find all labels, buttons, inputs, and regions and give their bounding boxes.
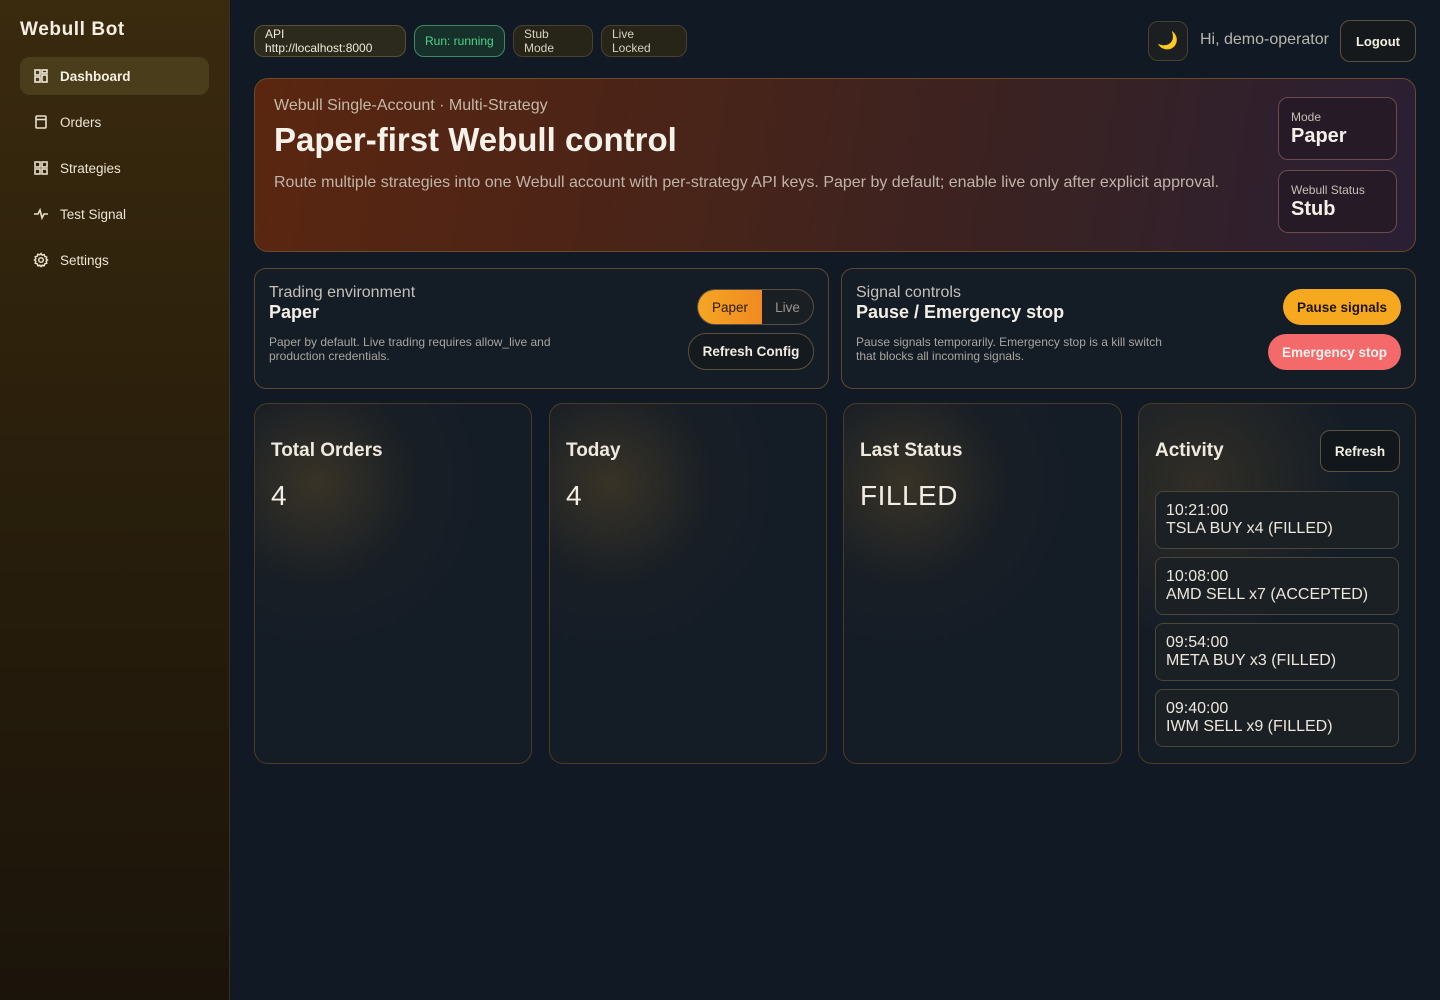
activity-list: 10:21:00 TSLA BUY x4 (FILLED) 10:08:00 A… bbox=[1155, 491, 1399, 755]
hero-description: Route multiple strategies into one Webul… bbox=[274, 174, 1220, 191]
today-card: Today 4 bbox=[549, 403, 827, 764]
sidebar-nav: Dashboard Orders Strategies Test Signal … bbox=[20, 57, 209, 287]
signals-note: Pause signals temporarily. Emergency sto… bbox=[856, 335, 1162, 363]
toggle-live[interactable]: Live bbox=[762, 290, 813, 324]
sidebar-item-strategies[interactable]: Strategies bbox=[20, 149, 209, 187]
activity-time: 10:08:00 bbox=[1166, 568, 1229, 585]
webull-status-label: Webull Status bbox=[1291, 183, 1365, 197]
page-title: Paper-first Webull control bbox=[274, 121, 677, 158]
total-orders-card: Total Orders 4 bbox=[254, 403, 532, 764]
last-status-card: Last Status FILLED bbox=[843, 403, 1122, 764]
api-endpoint-chip: API http://localhost:8000 bbox=[254, 25, 406, 57]
signals-title: Pause / Emergency stop bbox=[856, 302, 1065, 322]
hero-eyebrow: Webull Single-Account · Multi-Strategy bbox=[274, 97, 548, 114]
today-title: Today bbox=[566, 440, 621, 461]
emergency-stop-button[interactable]: Emergency stop bbox=[1268, 334, 1401, 370]
sidebar-item-dashboard[interactable]: Dashboard bbox=[20, 57, 209, 95]
signal-controls-card: Signal controls Pause / Emergency stop P… bbox=[841, 268, 1416, 389]
last-status-title: Last Status bbox=[860, 440, 963, 461]
user-greeting: Hi, demo-operator bbox=[1200, 31, 1329, 48]
last-status-value: FILLED bbox=[860, 480, 958, 511]
sidebar-item-label: Orders bbox=[60, 114, 102, 130]
today-value: 4 bbox=[566, 480, 583, 511]
dashboard-icon bbox=[33, 68, 49, 84]
trading-environment-card: Trading environment Paper Paper by defau… bbox=[254, 268, 829, 389]
activity-refresh-button[interactable]: Refresh bbox=[1320, 430, 1400, 472]
toggle-paper[interactable]: Paper bbox=[698, 290, 762, 324]
signal-icon bbox=[33, 206, 49, 222]
app-brand: Webull Bot bbox=[20, 19, 125, 40]
sidebar-item-test-signal[interactable]: Test Signal bbox=[20, 195, 209, 233]
environment-note: Paper by default. Live trading requires … bbox=[269, 335, 551, 363]
activity-title: Activity bbox=[1155, 440, 1224, 461]
webull-status-stat: Webull Status Stub bbox=[1278, 170, 1397, 233]
mode-value: Paper bbox=[1291, 125, 1347, 147]
mode-stat: Mode Paper bbox=[1278, 97, 1397, 160]
logout-button[interactable]: Logout bbox=[1340, 20, 1416, 62]
sidebar-item-label: Test Signal bbox=[60, 206, 127, 222]
refresh-config-button[interactable]: Refresh Config bbox=[688, 333, 814, 370]
moon-icon: 🌙 bbox=[1157, 31, 1179, 50]
environment-subtitle: Trading environment bbox=[269, 284, 416, 301]
webull-status-value: Stub bbox=[1291, 198, 1336, 220]
theme-toggle-button[interactable]: 🌙 bbox=[1148, 21, 1188, 61]
total-orders-title: Total Orders bbox=[271, 440, 383, 461]
activity-time: 09:40:00 bbox=[1166, 700, 1229, 717]
sidebar: Webull Bot Dashboard Orders Strategies T… bbox=[0, 0, 230, 1000]
orders-icon bbox=[33, 114, 49, 130]
activity-time: 09:54:00 bbox=[1166, 634, 1229, 651]
sidebar-item-settings[interactable]: Settings bbox=[20, 241, 209, 279]
activity-card: Activity Refresh 10:21:00 TSLA BUY x4 (F… bbox=[1138, 403, 1416, 764]
activity-description: IWM SELL x9 (FILLED) bbox=[1166, 718, 1333, 735]
live-locked-chip: Live Locked bbox=[601, 25, 687, 57]
pause-signals-button[interactable]: Pause signals bbox=[1283, 289, 1401, 325]
gear-icon bbox=[33, 252, 49, 268]
list-item[interactable]: 10:21:00 TSLA BUY x4 (FILLED) bbox=[1155, 491, 1399, 549]
signals-subtitle: Signal controls bbox=[856, 284, 961, 301]
strategies-icon bbox=[33, 160, 49, 176]
sidebar-item-label: Strategies bbox=[60, 160, 121, 176]
sidebar-item-label: Settings bbox=[60, 252, 109, 268]
list-item[interactable]: 09:54:00 META BUY x3 (FILLED) bbox=[1155, 623, 1399, 681]
list-item[interactable]: 09:40:00 IWM SELL x9 (FILLED) bbox=[1155, 689, 1399, 747]
hero-banner: Webull Single-Account · Multi-Strategy P… bbox=[254, 78, 1416, 252]
activity-description: META BUY x3 (FILLED) bbox=[1166, 652, 1337, 669]
sidebar-item-orders[interactable]: Orders bbox=[20, 103, 209, 141]
activity-time: 10:21:00 bbox=[1166, 502, 1229, 519]
activity-description: TSLA BUY x4 (FILLED) bbox=[1166, 520, 1333, 537]
mode-label: Mode bbox=[1291, 110, 1322, 124]
total-orders-value: 4 bbox=[271, 480, 288, 511]
activity-description: AMD SELL x7 (ACCEPTED) bbox=[1166, 586, 1369, 603]
sidebar-item-label: Dashboard bbox=[60, 68, 131, 84]
environment-toggle: Paper Live bbox=[697, 289, 814, 325]
list-item[interactable]: 10:08:00 AMD SELL x7 (ACCEPTED) bbox=[1155, 557, 1399, 615]
environment-value: Paper bbox=[269, 302, 320, 322]
stub-mode-chip: Stub Mode bbox=[513, 25, 593, 57]
run-status-chip: Run: running bbox=[414, 25, 505, 57]
